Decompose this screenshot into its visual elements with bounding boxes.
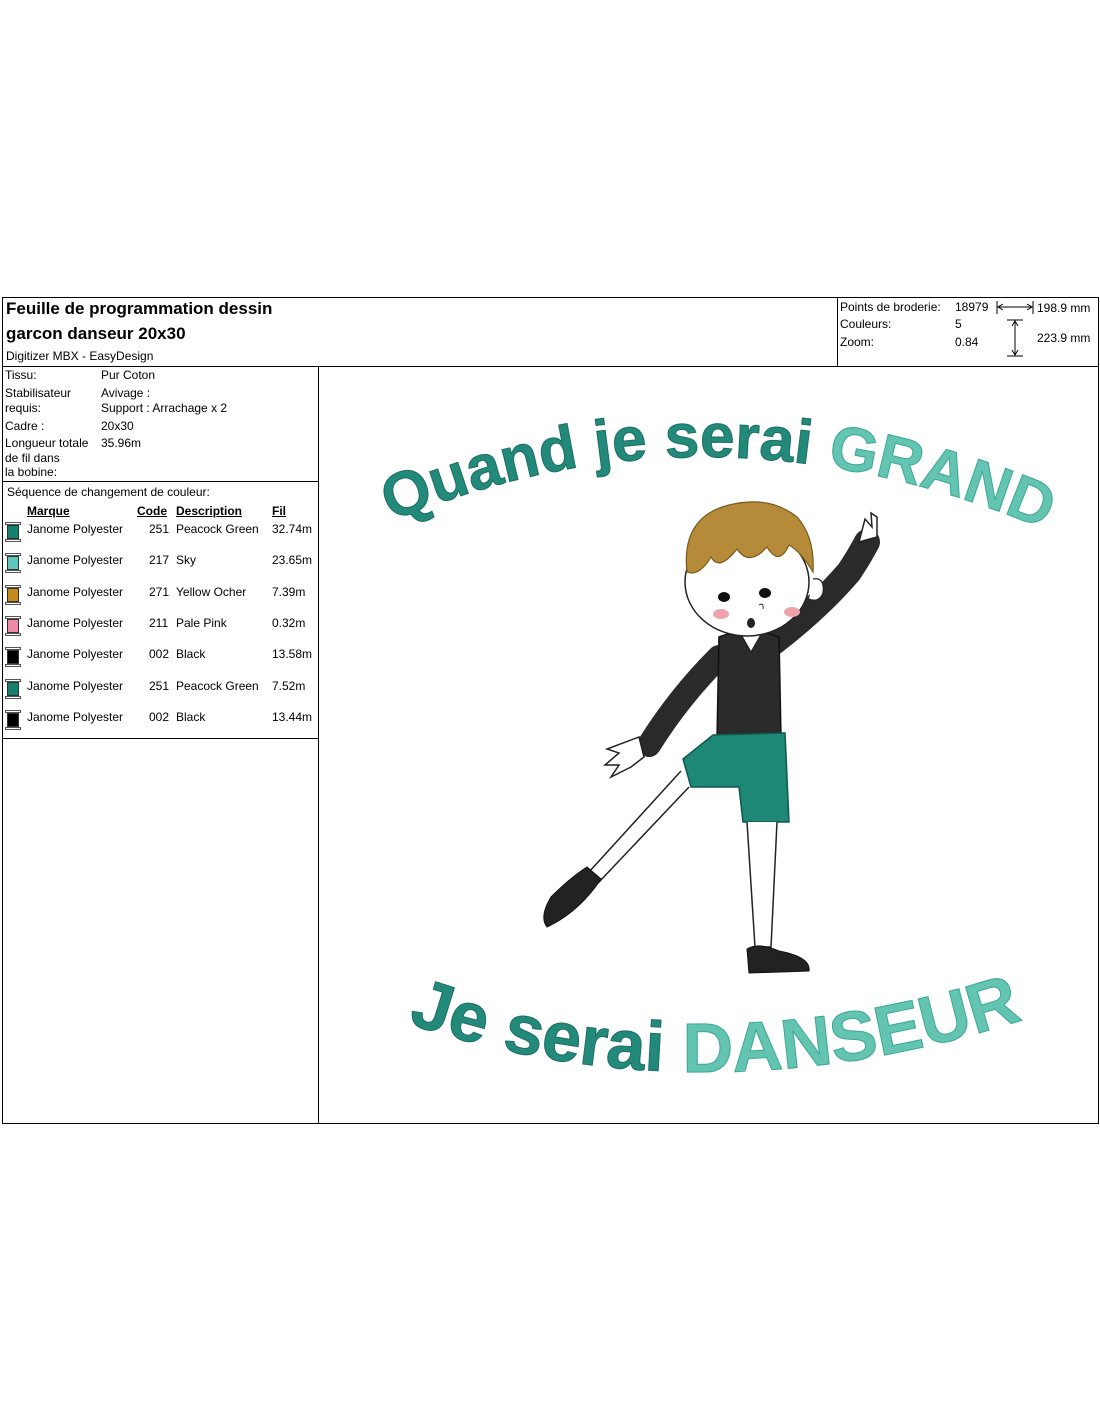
colors-label: Couleurs: [840,317,892,331]
sequence-thread: 23.65m [272,553,313,568]
column-description: Description [176,504,243,518]
sequence-code: 217 [149,553,170,568]
thread-spool-icon [5,709,21,730]
thread-spool-icon [5,647,21,668]
design-height: 223.9 mm [1037,331,1091,345]
sheet-title-line1: Feuille de programmation dessin [6,299,273,318]
embroidery-design: Quand je serai GRAND Je serai DANSEUR [371,401,1065,1087]
boy-dancer-illustration [543,501,880,974]
frame-label: Cadre : [5,419,45,433]
column-thread: Fil [272,504,286,518]
sequence-description: Black [176,647,206,662]
sequence-brand: Janome Polyester [27,709,124,724]
thread-length-label: Longueur totale [5,436,89,450]
design-bottom-text-danseur: DANSEUR [682,959,1027,1087]
sequence-brand: Janome Polyester [27,584,124,599]
sequence-description: Peacock Green [176,678,259,693]
sequence-code: 251 [149,678,170,693]
sequence-description: Pale Pink [176,615,227,630]
sequence-code: 002 [149,709,170,724]
svg-text:Je serai DANSEUR: Je serai DANSEUR [403,959,1028,1087]
sequence-thread: 7.52m [272,678,306,693]
sequence-thread: 0.32m [272,615,306,630]
design-preview: Quand je serai GRAND Je serai DANSEUR [319,367,1098,1123]
color-sequence-row: Janome Polyester 271 Yellow Ocher 7.39m [3,584,318,607]
colors-value: 5 [955,317,962,331]
color-sequence-row: Janome Polyester 217 Sky 23.65m [3,553,318,575]
color-sequence-row: Janome Polyester 251 Peacock Green 7.52m [3,678,318,701]
software-label: Digitizer MBX - EasyDesign [6,349,154,363]
column-code: Code [137,504,167,518]
sequence-brand: Janome Polyester [27,553,124,568]
thread-spool-icon [5,553,21,574]
fabric-value: Pur Coton [101,368,156,382]
sequence-description: Sky [176,553,197,568]
info-bottom-rule [3,481,318,482]
column-brand: Marque [27,504,70,518]
thread-length-label-2: de fil dans [5,451,60,465]
sequence-bottom-rule [3,738,318,739]
fabric-label: Tissu: [5,368,37,382]
header-divider [837,298,838,366]
sequence-thread: 7.39m [272,584,306,599]
sequence-code: 002 [149,647,170,662]
sheet-title-line2: garcon danseur 20x30 [6,324,186,343]
sequence-code: 211 [149,615,169,630]
sequence-brand: Janome Polyester [27,647,124,662]
sequence-brand: Janome Polyester [27,678,124,693]
color-sequence-row: Janome Polyester 002 Black 13.44m [3,709,318,732]
sequence-thread: 13.44m [272,709,313,724]
color-sequence-row: Janome Polyester 002 Black 13.58m [3,647,318,669]
sequence-title: Séquence de changement de couleur: [7,485,210,499]
dimension-icon [996,301,1034,357]
zoom-label: Zoom: [840,335,875,349]
sequence-description: Yellow Ocher [176,584,247,599]
thread-spool-icon [5,522,21,542]
sequence-description: Black [176,709,206,724]
color-sequence-row: Janome Polyester 251 Peacock Green 32.74m [3,522,318,544]
stabilizer-value-2: Support : Arrachage x 2 [101,401,228,415]
sequence-thread: 32.74m [272,522,313,536]
stitch-count-label: Points de broderie: [840,300,941,314]
thread-spool-icon [5,678,21,699]
zoom-value: 0.84 [955,335,979,349]
color-sequence-row: Janome Polyester 211 Pale Pink 0.32m [3,615,318,638]
design-width: 198.9 mm [1037,301,1091,315]
thread-spool-icon [5,615,21,636]
thread-spool-icon [5,584,21,605]
thread-length-value: 35.96m [101,436,142,450]
programming-sheet: Feuille de programmation dessin garcon d… [2,297,1099,1124]
design-bottom-text: Je serai [403,963,667,1086]
sequence-code: 251 [149,522,170,536]
sequence-description: Peacock Green [176,522,259,536]
sequence-brand: Janome Polyester [27,522,124,536]
thread-length-label-3: la bobine: [5,465,58,479]
stabilizer-label-2: requis: [5,401,42,415]
sequence-code: 271 [149,584,170,599]
sequence-thread: 13.58m [272,647,313,662]
stabilizer-label: Stabilisateur [5,386,72,400]
stitch-count-value: 18979 [955,300,989,314]
frame-value: 20x30 [101,419,134,433]
sequence-brand: Janome Polyester [27,615,124,630]
stabilizer-value: Avivage : [101,386,151,400]
design-top-text-grand: GRAND [824,412,1065,542]
